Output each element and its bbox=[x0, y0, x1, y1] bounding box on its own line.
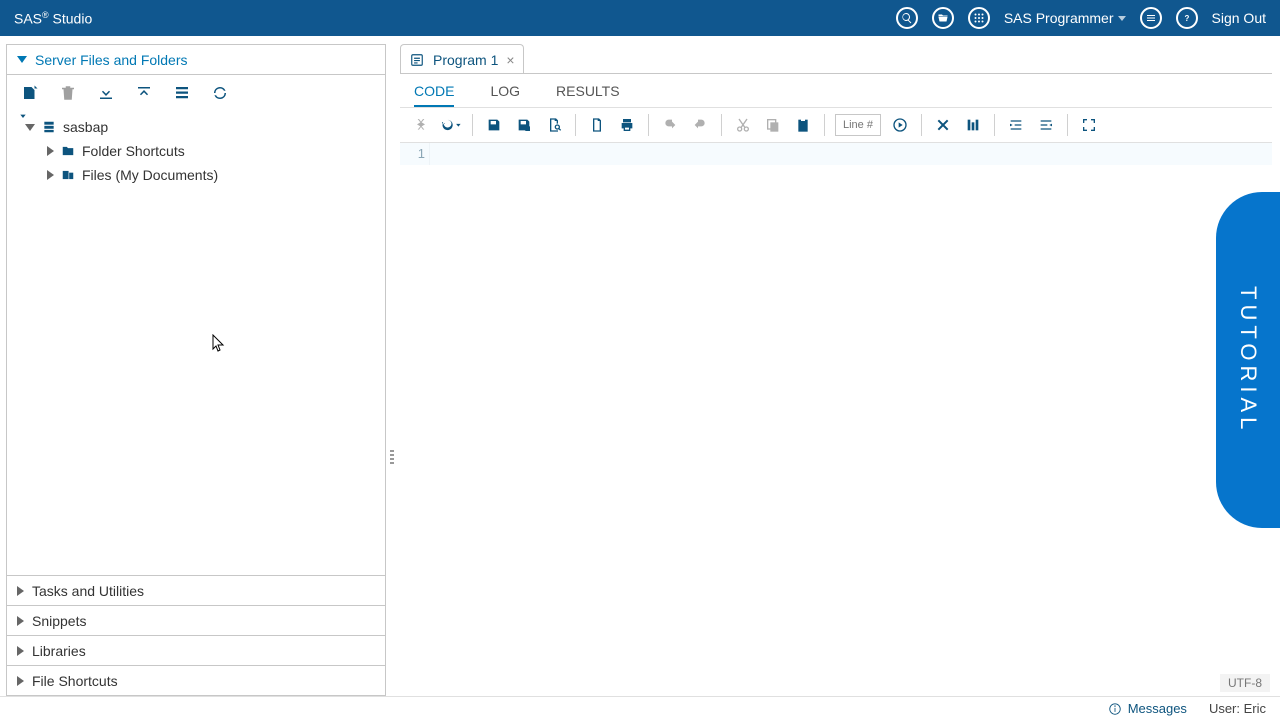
tab-label: Program 1 bbox=[433, 52, 498, 68]
run-icon[interactable] bbox=[410, 114, 432, 136]
app-header: SAS® Studio SAS Programmer ? Sign Out bbox=[0, 0, 1280, 36]
search-icon[interactable] bbox=[896, 7, 918, 29]
perspective-label: SAS Programmer bbox=[1004, 10, 1114, 26]
export-icon[interactable] bbox=[586, 114, 608, 136]
tree-files-mydocs[interactable]: Files (My Documents) bbox=[47, 163, 385, 187]
history-icon[interactable] bbox=[440, 114, 462, 136]
save-icon[interactable] bbox=[483, 114, 505, 136]
line-number: 1 bbox=[418, 146, 425, 161]
mouse-cursor-icon bbox=[212, 334, 226, 357]
library-folder-icon bbox=[60, 168, 76, 182]
more-options-icon[interactable] bbox=[1140, 7, 1162, 29]
panel-file-shortcuts[interactable]: File Shortcuts bbox=[7, 665, 385, 695]
format-icon[interactable] bbox=[962, 114, 984, 136]
collapsed-panels: Tasks and Utilities Snippets Libraries F… bbox=[7, 575, 385, 695]
download-icon[interactable] bbox=[97, 84, 115, 102]
tree-item-label: Folder Shortcuts bbox=[82, 143, 185, 159]
server-icon bbox=[41, 120, 57, 134]
panel-libraries[interactable]: Libraries bbox=[7, 635, 385, 665]
chevron-down-icon bbox=[1118, 16, 1126, 21]
tree-root[interactable]: sasbap bbox=[25, 115, 385, 139]
sidebar: Server Files and Folders bbox=[6, 44, 386, 696]
program-icon bbox=[409, 53, 425, 67]
fullscreen-icon[interactable] bbox=[1078, 114, 1100, 136]
copy-icon[interactable] bbox=[762, 114, 784, 136]
status-bar: Messages User: Eric bbox=[0, 696, 1280, 720]
editor-toolbar bbox=[400, 107, 1272, 143]
splitter-grip-icon bbox=[390, 450, 394, 464]
info-icon bbox=[1108, 702, 1122, 716]
folder-icon bbox=[60, 144, 76, 158]
chevron-right-icon bbox=[47, 170, 54, 180]
app-title: SAS® Studio bbox=[14, 10, 92, 27]
outdent-icon[interactable] bbox=[1035, 114, 1057, 136]
subtab-log[interactable]: LOG bbox=[490, 74, 520, 108]
sidebar-toolbar bbox=[7, 75, 385, 111]
upload-icon[interactable] bbox=[135, 84, 153, 102]
content-area: Program 1 × CODE LOG RESULTS bbox=[400, 44, 1280, 696]
redo-icon[interactable] bbox=[689, 114, 711, 136]
tree-item-label: Files (My Documents) bbox=[82, 167, 218, 183]
panel-tasks-utilities[interactable]: Tasks and Utilities bbox=[7, 575, 385, 605]
chevron-down-icon bbox=[25, 124, 35, 131]
clear-icon[interactable] bbox=[932, 114, 954, 136]
properties-icon[interactable] bbox=[173, 84, 191, 102]
tree-folder-shortcuts[interactable]: Folder Shortcuts bbox=[47, 139, 385, 163]
panel-snippets[interactable]: Snippets bbox=[7, 605, 385, 635]
code-editor[interactable]: 1 bbox=[400, 143, 1272, 696]
panel-label: Snippets bbox=[32, 613, 86, 629]
signout-link[interactable]: Sign Out bbox=[1212, 10, 1266, 26]
paste-icon[interactable] bbox=[792, 114, 814, 136]
undo-icon[interactable] bbox=[659, 114, 681, 136]
panel-title: Server Files and Folders bbox=[35, 52, 188, 68]
chevron-right-icon bbox=[17, 646, 24, 656]
tutorial-tab[interactable]: TUTORIAL bbox=[1216, 192, 1280, 528]
app-title-brand: SAS bbox=[14, 10, 42, 26]
folder-open-icon[interactable] bbox=[932, 7, 954, 29]
perspective-dropdown[interactable]: SAS Programmer bbox=[1004, 10, 1126, 26]
refresh-icon[interactable] bbox=[211, 84, 229, 102]
messages-button[interactable]: Messages bbox=[1108, 701, 1187, 716]
open-icon[interactable] bbox=[543, 114, 565, 136]
splitter[interactable] bbox=[386, 44, 400, 696]
cut-icon[interactable] bbox=[732, 114, 754, 136]
chevron-right-icon bbox=[17, 676, 24, 686]
tab-program1[interactable]: Program 1 × bbox=[400, 44, 524, 74]
goto-line-icon[interactable] bbox=[889, 114, 911, 136]
messages-label: Messages bbox=[1128, 701, 1187, 716]
encoding-label: UTF-8 bbox=[1220, 674, 1270, 692]
subtab-results[interactable]: RESULTS bbox=[556, 74, 620, 108]
panel-label: Tasks and Utilities bbox=[32, 583, 144, 599]
saveas-icon[interactable] bbox=[513, 114, 535, 136]
apps-grid-icon[interactable] bbox=[968, 7, 990, 29]
chevron-right-icon bbox=[47, 146, 54, 156]
editor-tabbar: Program 1 × bbox=[400, 44, 1272, 74]
subtabs: CODE LOG RESULTS bbox=[400, 73, 1272, 107]
subtab-code[interactable]: CODE bbox=[414, 74, 454, 108]
line-input[interactable] bbox=[835, 114, 881, 136]
panel-server-files[interactable]: Server Files and Folders bbox=[7, 45, 385, 75]
file-tree: sasbap Folder Shortcuts Files (My Docume… bbox=[7, 111, 385, 575]
main-area: Server Files and Folders bbox=[0, 36, 1280, 696]
app-title-product: Studio bbox=[49, 10, 93, 26]
panel-label: File Shortcuts bbox=[32, 673, 118, 689]
new-icon[interactable] bbox=[21, 84, 39, 102]
print-icon[interactable] bbox=[616, 114, 638, 136]
svg-text:?: ? bbox=[1184, 14, 1189, 23]
chevron-down-icon bbox=[17, 56, 27, 63]
close-icon[interactable]: × bbox=[506, 52, 514, 68]
help-icon[interactable]: ? bbox=[1176, 7, 1198, 29]
tree-root-label: sasbap bbox=[63, 119, 108, 135]
header-right: SAS Programmer ? Sign Out bbox=[896, 7, 1266, 29]
tutorial-label: TUTORIAL bbox=[1235, 286, 1261, 434]
user-label: User: Eric bbox=[1209, 701, 1266, 716]
indent-icon[interactable] bbox=[1005, 114, 1027, 136]
delete-icon[interactable] bbox=[59, 84, 77, 102]
chevron-right-icon bbox=[17, 616, 24, 626]
panel-label: Libraries bbox=[32, 643, 86, 659]
chevron-right-icon bbox=[17, 586, 24, 596]
